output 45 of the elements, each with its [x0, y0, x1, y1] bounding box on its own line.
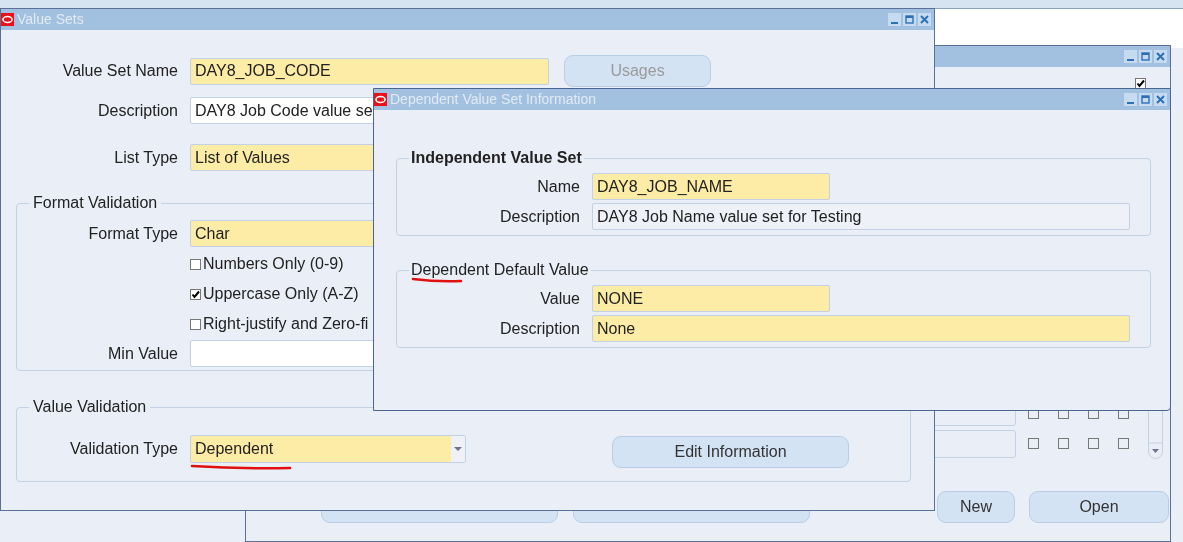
checkbox[interactable] — [1058, 438, 1069, 449]
input-field[interactable]: DAY8_JOB_NAME — [592, 173, 830, 200]
checkbox[interactable] — [1088, 438, 1099, 449]
input-field[interactable]: None — [592, 315, 1130, 342]
group-title: Format Validation — [32, 193, 159, 213]
checkbox[interactable] — [190, 288, 201, 300]
app-icon — [374, 93, 387, 106]
checkbox[interactable] — [190, 318, 201, 330]
checkbox[interactable] — [1135, 78, 1146, 89]
field-label: Validation Type — [69, 438, 179, 459]
maximize-icon[interactable] — [1139, 93, 1152, 106]
field-label: Description — [498, 318, 581, 339]
field-label: Min Value — [107, 343, 179, 364]
checkbox[interactable] — [1118, 438, 1129, 449]
group-title: Dependent Default Value — [411, 261, 589, 278]
minimize-icon[interactable] — [1124, 93, 1137, 106]
app-icon — [1, 13, 14, 26]
checkbox-label: Numbers Only (0-9) — [203, 254, 344, 274]
field-label: Value — [539, 288, 581, 309]
button[interactable]: New — [937, 491, 1015, 523]
checkbox[interactable] — [190, 258, 201, 270]
close-icon[interactable] — [1154, 50, 1167, 63]
field-label: Name — [536, 176, 581, 197]
window-title: Value Sets — [17, 10, 84, 29]
input-field[interactable]: NONE — [592, 285, 830, 312]
dropdown[interactable]: Dependent — [190, 435, 466, 463]
button[interactable]: Open — [1029, 491, 1169, 523]
minimize-icon[interactable] — [888, 13, 901, 26]
button[interactable]: Edit Information — [612, 436, 849, 468]
input-field[interactable]: DAY8 Job Name value set for Testing — [592, 203, 1130, 230]
minimize-icon[interactable] — [1124, 50, 1137, 63]
close-icon[interactable] — [918, 13, 931, 26]
maximize-icon[interactable] — [1139, 50, 1152, 63]
field-label: Format Type — [87, 223, 179, 244]
field-label: List Type — [113, 147, 179, 168]
field-label: Description — [96, 100, 179, 121]
close-icon[interactable] — [1154, 93, 1167, 106]
checkbox-label: Right-justify and Zero-fi — [203, 314, 369, 334]
checkbox[interactable] — [1028, 438, 1039, 449]
field-label: Value Set Name — [61, 61, 179, 81]
maximize-icon[interactable] — [903, 13, 916, 26]
input-field[interactable]: DAY8_JOB_CODE — [190, 57, 549, 85]
group-title: Value Validation — [32, 397, 148, 417]
annotation-underline — [411, 276, 463, 284]
checkbox-label: Uppercase Only (A-Z) — [203, 284, 359, 304]
